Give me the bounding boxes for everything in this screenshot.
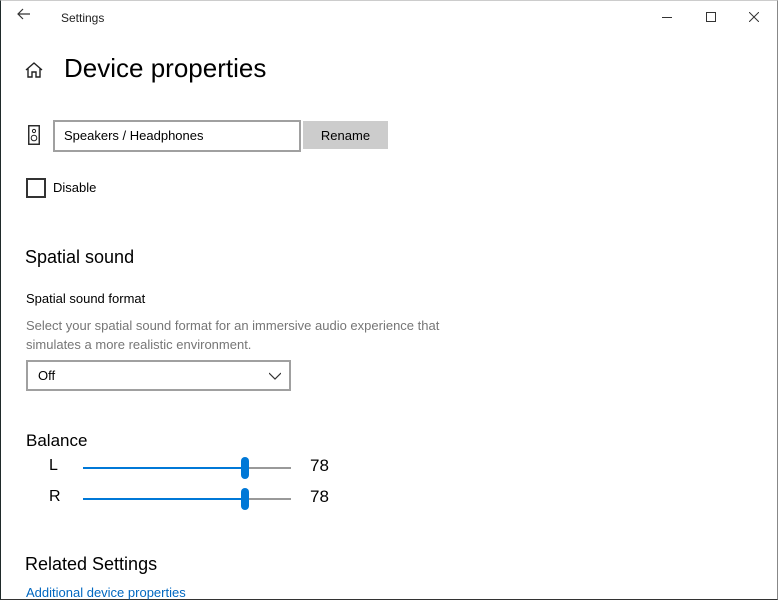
- left-channel-label: L: [49, 457, 58, 474]
- settings-window: Settings Device properties Speakers / He…: [0, 0, 778, 600]
- spatial-description: Select your spatial sound format for an …: [26, 318, 440, 352]
- speaker-icon: [28, 125, 40, 150]
- additional-device-properties-link[interactable]: Additional device properties: [26, 585, 186, 600]
- home-button[interactable]: [25, 61, 43, 84]
- device-name-input[interactable]: Speakers / Headphones: [53, 120, 301, 152]
- page-title: Device properties: [64, 53, 267, 83]
- slider-thumb[interactable]: [241, 457, 250, 479]
- slider-thumb[interactable]: [241, 488, 250, 510]
- spatial-format-dropdown[interactable]: Off: [26, 360, 291, 391]
- disable-label: Disable: [53, 180, 97, 195]
- spatial-sound-heading: Spatial sound: [25, 247, 135, 267]
- home-icon: [25, 62, 43, 78]
- maximize-icon: [706, 12, 716, 22]
- disable-checkbox[interactable]: [26, 178, 46, 198]
- right-balance-slider[interactable]: [83, 488, 291, 510]
- minimize-button[interactable]: [644, 5, 690, 29]
- maximize-button[interactable]: [688, 5, 734, 29]
- arrow-left-icon: [17, 8, 30, 20]
- right-balance-value: 78: [310, 487, 329, 506]
- balance-heading: Balance: [26, 431, 88, 450]
- minimize-icon: [662, 17, 672, 18]
- rename-button[interactable]: Rename: [303, 121, 388, 149]
- left-balance-value: 78: [310, 456, 329, 475]
- left-balance-slider[interactable]: [83, 457, 291, 479]
- close-icon: [748, 11, 760, 23]
- dropdown-value: Off: [38, 368, 56, 383]
- spatial-format-label: Spatial sound format: [26, 291, 146, 306]
- back-button[interactable]: [17, 7, 31, 26]
- related-settings-heading: Related Settings: [25, 554, 158, 574]
- slider-fill: [83, 498, 246, 500]
- right-channel-label: R: [49, 488, 61, 505]
- chevron-down-icon: [268, 362, 282, 398]
- window-title: Settings: [61, 11, 105, 25]
- slider-fill: [83, 467, 246, 469]
- close-button[interactable]: [731, 5, 777, 29]
